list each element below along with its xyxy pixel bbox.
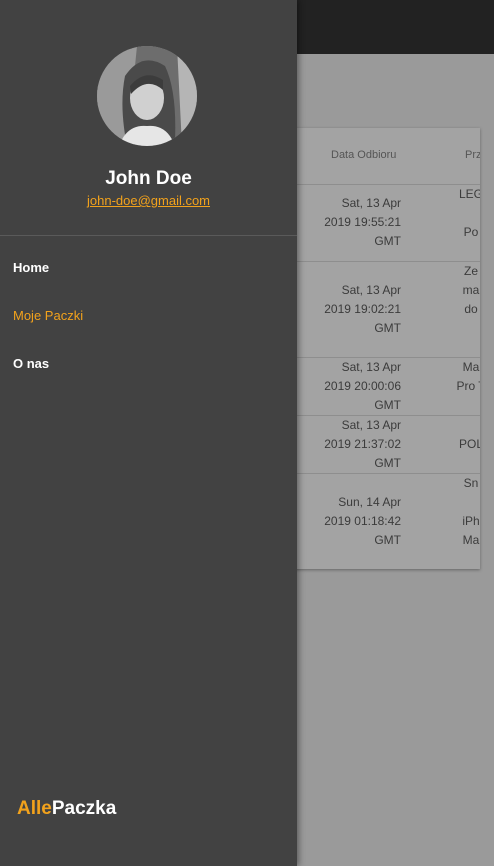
nav-item-home[interactable]: Home [13, 260, 49, 275]
navigation-drawer: John Doe john-doe@gmail.com Home Moje Pa… [0, 0, 297, 866]
avatar-photo [97, 46, 197, 146]
app-logo: AllePaczka [17, 798, 116, 820]
date-cell: Sat, 13 Apr 2019 21:37:02 GMT [324, 418, 401, 470]
date-cell: Sat, 13 Apr 2019 19:02:21 GMT [324, 283, 401, 335]
date-cell: Sat, 13 Apr 2019 20:00:06 GMT [324, 360, 401, 412]
name-cell: Sn iPh Ma [462, 476, 480, 547]
date-cell: Sat, 13 Apr 2019 19:55:21 GMT [324, 196, 401, 248]
nav-item-o-nas[interactable]: O nas [13, 356, 49, 371]
logo-part-alle: Alle [17, 798, 52, 819]
user-email-link[interactable]: john-doe@gmail.com [0, 193, 297, 208]
user-name: John Doe [105, 168, 192, 189]
name-cell: POL [458, 437, 480, 451]
divider [0, 235, 297, 236]
date-cell: Sun, 14 Apr 2019 01:18:42 GMT [324, 495, 401, 547]
avatar[interactable] [97, 46, 197, 146]
name-cell: Ma Pro T [456, 360, 480, 393]
nav-item-moje-paczki[interactable]: Moje Paczki [13, 308, 83, 323]
name-cell: LEG Po [458, 187, 480, 239]
column-header-name[interactable]: Prz [465, 149, 480, 161]
column-header-date[interactable]: Data Odbioru [331, 149, 396, 161]
name-cell: Ze ma do [462, 264, 480, 316]
logo-part-paczka: Paczka [51, 798, 117, 819]
